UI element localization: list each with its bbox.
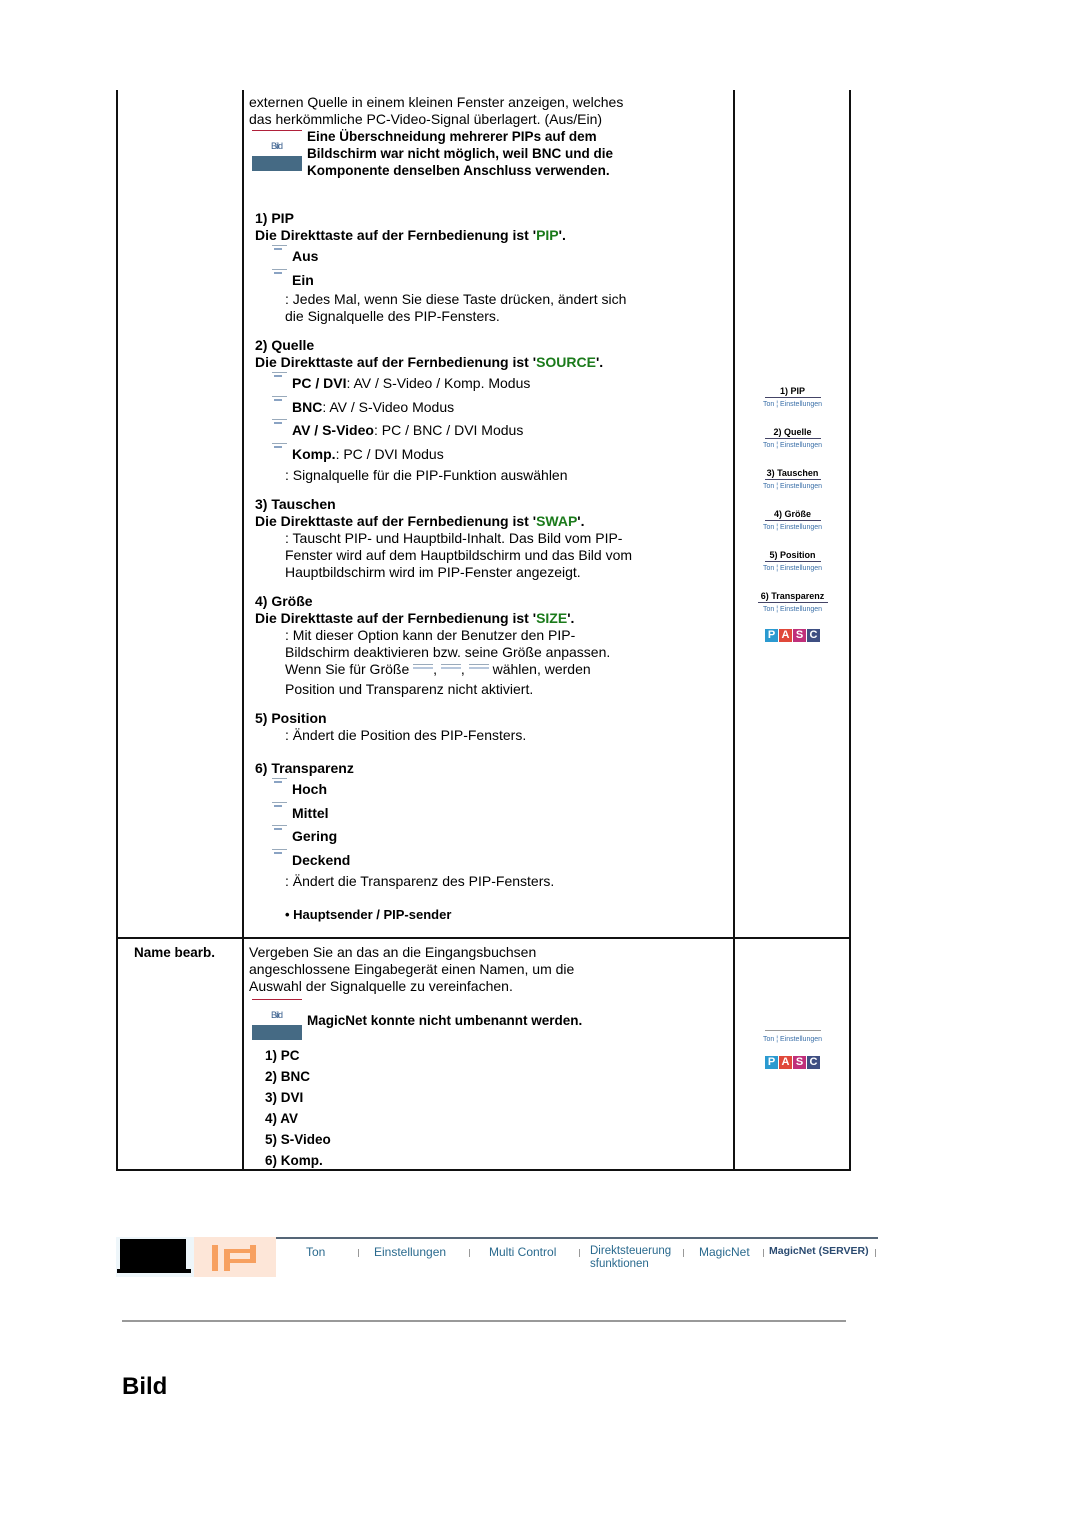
note-box: Bild Eine Überschneidung mehrerer PIPs a… bbox=[249, 129, 729, 180]
pip-option-ein: Ein bbox=[249, 268, 729, 292]
size-desc-inline: Wenn Sie für Größe , , wählen, werden bbox=[285, 661, 591, 677]
side-sub-links[interactable]: Ton ¦ Einstellungen bbox=[755, 565, 830, 572]
intro-line: externen Quelle in einem kleinen Fenster… bbox=[249, 94, 624, 110]
pip-key: Die Direkttaste auf der Fernbedienung is… bbox=[255, 227, 566, 243]
side-sub-links[interactable]: Ton ¦ Einstellungen bbox=[755, 483, 830, 490]
rename-item: 2) BNC bbox=[265, 1069, 311, 1084]
rename-label: Name bearb. bbox=[134, 945, 216, 960]
rename-desc: Vergeben Sie an das an die Eingangsbuchs… bbox=[249, 944, 537, 960]
table-row-divider bbox=[116, 937, 851, 939]
side-link-quelle[interactable]: 2) Quelle bbox=[764, 427, 821, 439]
bottom-nav: Ton Einstellungen Multi Control Direktst… bbox=[276, 1237, 878, 1279]
rename-item: 5) S-Video bbox=[265, 1132, 331, 1147]
side-link-transparenz[interactable]: 6) Transparenz bbox=[757, 591, 828, 603]
pip-desc: die Signalquelle des PIP-Fensters. bbox=[285, 308, 500, 324]
pasc-logo[interactable]: PASC bbox=[765, 629, 820, 642]
source-heading: 2) Quelle bbox=[255, 337, 315, 353]
table-border-col2 bbox=[733, 90, 735, 1171]
table-border-left bbox=[116, 90, 118, 1171]
nav-magicnet-server[interactable]: MagicNet (SERVER) bbox=[769, 1245, 869, 1257]
side-nav-2: Ton ¦ Einstellungen PASC bbox=[755, 1030, 830, 1069]
pip-description-cell: externen Quelle in einem kleinen Fenster… bbox=[249, 94, 729, 923]
rename-item: 3) DVI bbox=[265, 1090, 304, 1105]
transparency-option: Hoch bbox=[249, 777, 729, 801]
size-desc: Position und Transparenz nicht aktiviert… bbox=[285, 681, 534, 697]
rename-item: 4) AV bbox=[265, 1111, 299, 1126]
pip-desc: : Jedes Mal, wenn Sie diese Taste drücke… bbox=[285, 291, 627, 307]
rename-description-cell: Vergeben Sie an das an die Eingangsbuchs… bbox=[249, 944, 729, 1171]
transparency-desc: : Ändert die Transparenz des PIP-Fenster… bbox=[285, 873, 555, 889]
swap-desc: Hauptbildschirm wird im PIP-Fenster ange… bbox=[285, 564, 581, 580]
source-option: PC / DVI: AV / S-Video / Komp. Modus bbox=[249, 371, 729, 395]
nav-ton[interactable]: Ton bbox=[306, 1245, 325, 1259]
side-link-pip[interactable]: 1) PIP bbox=[764, 386, 821, 398]
swap-heading: 3) Tauschen bbox=[255, 496, 336, 512]
note-text: Eine Überschneidung mehrerer PIPs auf de… bbox=[307, 129, 614, 178]
option-icon bbox=[272, 245, 287, 255]
position-desc: : Ändert die Position des PIP-Fensters. bbox=[285, 727, 527, 743]
table-border-right bbox=[849, 90, 851, 1171]
rename-item: 6) Komp. bbox=[265, 1153, 323, 1168]
source-option: BNC: AV / S-Video Modus bbox=[249, 395, 729, 419]
side-link-groesse[interactable]: 4) Größe bbox=[764, 509, 821, 521]
side-sub-links[interactable]: Ton ¦ Einstellungen bbox=[755, 442, 830, 449]
source-key: Die Direkttaste auf der Fernbedienung is… bbox=[255, 354, 604, 370]
side-sub-links[interactable]: Ton ¦ Einstellungen bbox=[755, 606, 830, 613]
side-nav: 1) PIP Ton ¦ Einstellungen 2) Quelle Ton ¦… bbox=[755, 386, 830, 642]
monitor-logo bbox=[116, 1237, 194, 1277]
size-desc: : Mit dieser Option kann der Benutzer de… bbox=[285, 627, 576, 643]
nav-magicnet[interactable]: MagicNet bbox=[699, 1245, 750, 1259]
transparency-option: Gering bbox=[249, 824, 729, 848]
transparency-option: Mittel bbox=[249, 801, 729, 825]
side-link-tauschen[interactable]: 3) Tauschen bbox=[764, 468, 821, 480]
note-icon: Bild bbox=[252, 999, 302, 1040]
pip-heading: 1) PIP bbox=[255, 210, 294, 226]
source-option: Komp.: PC / DVI Modus bbox=[249, 442, 729, 466]
pip-option-aus: Aus bbox=[249, 244, 729, 268]
source-option: AV / S-Video: PC / BNC / DVI Modus bbox=[249, 418, 729, 442]
nav-multi-control[interactable]: Multi Control bbox=[489, 1245, 556, 1259]
swap-key: Die Direkttaste auf der Fernbedienung is… bbox=[255, 513, 585, 529]
pip-logo bbox=[194, 1237, 276, 1277]
nav-einstellungen[interactable]: Einstellungen bbox=[374, 1245, 446, 1259]
source-desc: : Signalquelle für die PIP-Funktion ausw… bbox=[285, 467, 568, 483]
size-option-icon bbox=[440, 664, 461, 674]
position-heading: 5) Position bbox=[255, 710, 327, 726]
transparency-heading: 6) Transparenz bbox=[255, 760, 354, 776]
transparency-bullet: • Hauptsender / PIP-sender bbox=[285, 907, 452, 922]
side-sub-links[interactable]: Ton ¦ Einstellungen bbox=[755, 1036, 830, 1043]
swap-desc: : Tauscht PIP- und Hauptbild-Inhalt. Das… bbox=[285, 530, 623, 546]
horizontal-rule bbox=[122, 1320, 846, 1322]
pasc-logo[interactable]: PASC bbox=[765, 1056, 820, 1069]
table-border-col1 bbox=[242, 90, 244, 1171]
option-icon bbox=[272, 268, 287, 279]
intro-line: das herkömmliche PC-Video-Signal überlag… bbox=[249, 111, 603, 127]
side-sub-links[interactable]: Ton ¦ Einstellungen bbox=[755, 401, 830, 408]
size-desc: Bildschirm deaktivieren bzw. seine Größe… bbox=[285, 644, 611, 660]
size-heading: 4) Größe bbox=[255, 593, 313, 609]
side-link-position[interactable]: 5) Position bbox=[764, 550, 821, 562]
rename-item: 1) PC bbox=[265, 1048, 300, 1063]
rename-desc: angeschlossene Eingabegerät einen Namen,… bbox=[249, 961, 575, 977]
swap-desc: Fenster wird auf dem Hauptbildschirm und… bbox=[285, 547, 633, 563]
size-option-icon bbox=[413, 664, 434, 674]
page-title: Bild bbox=[122, 1373, 168, 1400]
nav-direktsteuerungsfunktionen[interactable]: Direktsteuerung sfunktionen bbox=[590, 1245, 680, 1271]
rename-desc: Auswahl der Signalquelle zu vereinfachen… bbox=[249, 978, 513, 994]
note-icon: Bild bbox=[252, 130, 302, 171]
note-box: Bild MagicNet konnte nicht umbenannt wer… bbox=[249, 999, 729, 1045]
side-sub-links[interactable]: Ton ¦ Einstellungen bbox=[755, 524, 830, 531]
note-text: MagicNet konnte nicht umbenannt werden. bbox=[307, 1013, 583, 1028]
transparency-option: Deckend bbox=[249, 848, 729, 872]
size-option-icon bbox=[468, 664, 489, 674]
size-key: Die Direkttaste auf der Fernbedienung is… bbox=[255, 610, 575, 626]
